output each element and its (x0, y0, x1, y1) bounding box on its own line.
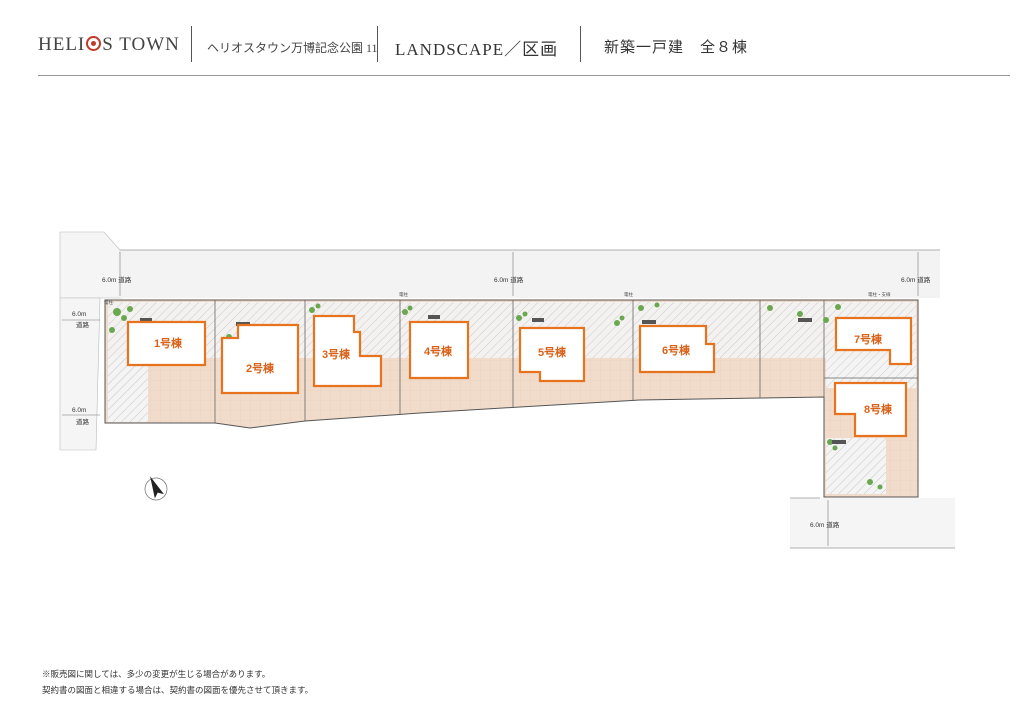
road-width-west-lower: 6.0m (72, 407, 86, 414)
road-top (120, 250, 940, 298)
lot-label-5: 5号棟 (538, 345, 567, 359)
pole-label-right: 電柱・支線 (868, 291, 891, 298)
lot-label-4: 4号棟 (424, 344, 453, 358)
lot-label-3: 3号棟 (322, 347, 351, 361)
pole-label-left: 電柱 (104, 299, 113, 306)
road-label-west-upper: 道路 (76, 320, 90, 329)
north-arrow-icon (144, 476, 168, 501)
road-label-top-left: 6.0m 道路 (102, 275, 132, 284)
road-west-upper (59, 231, 123, 299)
note-line-2: 契約書の図面と相違する場合は、契約書の図面を優先させて頂きます。 (42, 685, 314, 695)
lot-label-2: 2号棟 (246, 361, 275, 375)
site-plan: 1号棟 2号棟 3号棟 4号棟 5号棟 6号棟 7号棟 8号棟 6.0m 道路 … (59, 231, 955, 549)
road-width-west-upper: 6.0m (72, 311, 86, 318)
pole-label-center-left: 電柱 (399, 291, 408, 298)
road-label-south: 6.0m 道路 (810, 520, 840, 529)
road-west (59, 297, 101, 451)
lot-label-6: 6号棟 (662, 343, 691, 357)
lot-label-8: 8号棟 (864, 402, 893, 416)
pole-label-center-right: 電柱 (624, 291, 633, 298)
road-label-top-center: 6.0m 道路 (494, 275, 524, 284)
road-label-top-right: 6.0m 道路 (901, 275, 931, 284)
lot-label-1: 1号棟 (154, 336, 183, 350)
road-label-west-lower: 道路 (76, 417, 90, 426)
note-line-1: ※販売図に関しては、多少の変更が生じる場合があります。 (42, 669, 271, 679)
disclaimer-notes: ※販売図に関しては、多少の変更が生じる場合があります。 契約書の図面と相違する場… (42, 666, 313, 698)
lot-label-7: 7号棟 (854, 332, 883, 346)
